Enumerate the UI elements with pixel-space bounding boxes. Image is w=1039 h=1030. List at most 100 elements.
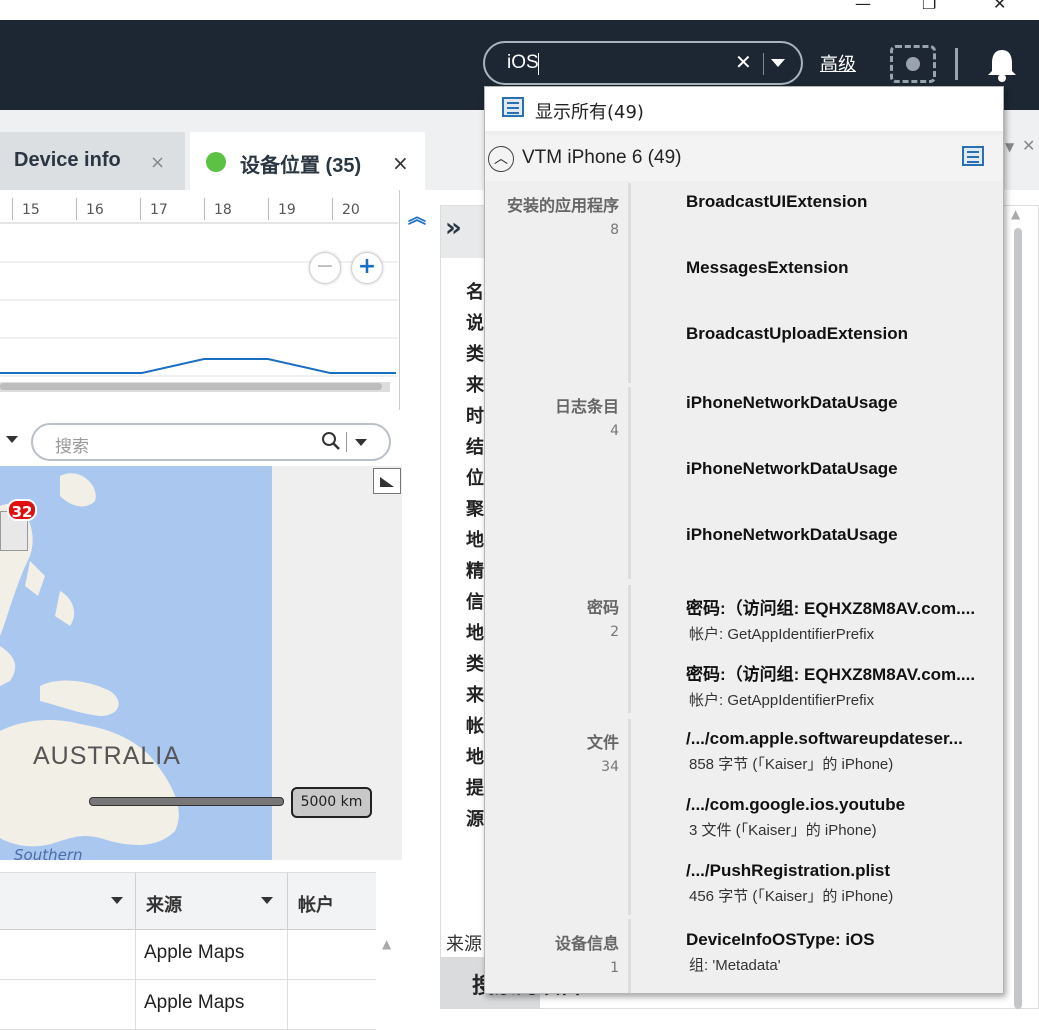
result-title: iPhoneNetworkDataUsage	[686, 393, 898, 412]
category-count: 34	[601, 759, 619, 775]
column-header-account[interactable]: 帐户	[287, 873, 376, 931]
details-field-label: 帐	[466, 716, 484, 737]
search-result-item[interactable]: 密码:（访问组: EQHXZ8M8AV.com.... 帐户: GetAppIde…	[686, 594, 996, 644]
column-header-source[interactable]: 来源	[135, 873, 287, 931]
result-category: 设备信息 1	[491, 930, 619, 976]
close-icon[interactable]: ✕	[1022, 136, 1035, 155]
details-field-label: 提	[466, 778, 484, 799]
details-field-label: 结	[466, 437, 484, 458]
details-field-label: 地	[466, 747, 484, 768]
result-category: 密码 2	[491, 594, 619, 640]
search-result-item[interactable]: /.../PushRegistration.plist 456 字节 (「Kais…	[686, 861, 996, 906]
search-result-item[interactable]: BroadcastUIExtension	[686, 192, 996, 212]
advanced-search-link[interactable]: 高级	[820, 50, 856, 76]
table-header: 来源 帐户	[0, 872, 376, 931]
scrollbar[interactable]	[1014, 228, 1022, 1009]
chevron-up-icon[interactable]: ︿	[488, 146, 514, 172]
map-expand-button[interactable]	[373, 468, 401, 494]
chevron-down-icon[interactable]	[261, 897, 273, 904]
table-row[interactable]: Apple Maps	[0, 930, 376, 980]
tab-label: 设备位置 (35)	[240, 155, 362, 177]
chevron-down-icon[interactable]	[771, 59, 785, 67]
bell-icon[interactable]	[985, 47, 1019, 83]
timeline-tick: 15	[22, 202, 40, 218]
details-field-label: 来	[466, 685, 484, 706]
search-result-item[interactable]: BroadcastUploadExtension	[686, 324, 996, 344]
show-all-results-button[interactable]: 显示所有(49)	[485, 87, 1003, 131]
tab-device-location[interactable]: 设备位置 (35) ×	[190, 132, 425, 190]
search-result-item[interactable]: iPhoneNetworkDataUsage	[686, 393, 996, 413]
close-icon[interactable]: ✕	[993, 0, 1006, 13]
search-result-item[interactable]: iPhoneNetworkDataUsage	[686, 525, 996, 545]
details-field-label: 精	[466, 561, 484, 582]
global-search-input[interactable]: iOS	[507, 52, 539, 74]
details-field-label: 地	[466, 623, 484, 644]
cluster-count-badge[interactable]: 32	[7, 499, 37, 521]
search-result-item[interactable]: /.../com.google.ios.youtube 3 文件 (「Kaiser…	[686, 795, 996, 840]
timeline-tick: 18	[214, 202, 232, 218]
table-row[interactable]: Apple Maps	[0, 980, 376, 1030]
result-subtitle: 3 文件 (「Kaiser」的 iPhone)	[689, 822, 877, 839]
search-result-item[interactable]: /.../com.apple.softwareupdateser... 858 字…	[686, 729, 996, 774]
search-result-item[interactable]: 密码:（访问组: EQHXZ8M8AV.com.... 帐户: GetAppIde…	[686, 660, 996, 710]
zoom-in-button[interactable]: +	[352, 253, 382, 283]
details-field-label: 来	[466, 375, 484, 396]
camera-icon[interactable]	[890, 45, 936, 83]
restore-icon[interactable]: ❐	[922, 0, 936, 13]
expand-icon[interactable]: »	[445, 213, 462, 243]
category-name: 日志条目	[554, 397, 619, 416]
zoom-out-button[interactable]: −	[310, 253, 340, 283]
result-subtitle: 组: 'Metadata'	[689, 957, 781, 974]
category-divider	[628, 585, 631, 713]
list-icon	[502, 97, 524, 117]
chevron-down-icon[interactable]	[6, 436, 18, 443]
divider	[763, 53, 764, 75]
search-result-item[interactable]: MessagesExtension	[686, 258, 996, 278]
table-cell	[287, 930, 376, 980]
result-subtitle: 858 字节 (「Kaiser」的 iPhone)	[689, 756, 894, 773]
category-count: 1	[610, 960, 619, 976]
scroll-up-icon[interactable]: ▲	[382, 937, 391, 951]
global-search-box[interactable]: iOS ✕	[483, 41, 803, 85]
result-title: DeviceInfoOSType: iOS	[686, 930, 875, 949]
tab-device-info[interactable]: Device info ×	[0, 132, 185, 190]
category-name: 密码	[586, 598, 619, 617]
collapse-up-icon[interactable]: ︽	[408, 203, 426, 229]
result-title: /.../com.google.ios.youtube	[686, 795, 906, 814]
chevron-down-icon[interactable]	[111, 897, 123, 904]
search-result-item[interactable]: iPhoneNetworkDataUsage	[686, 459, 996, 479]
search-result-item[interactable]: DeviceInfoOSType: iOS 组: 'Metadata'	[686, 930, 996, 975]
category-divider	[628, 387, 631, 579]
category-divider	[628, 719, 631, 915]
table-cell	[0, 930, 135, 980]
details-field-label: 位	[466, 468, 484, 489]
result-title: /.../PushRegistration.plist	[686, 861, 891, 880]
device-group-header[interactable]: ︿ VTM iPhone 6 (49)	[485, 135, 1003, 181]
window-titlebar: — ❐ ✕	[0, 0, 1039, 20]
minimize-icon[interactable]: —	[855, 0, 871, 13]
chevron-down-icon[interactable]	[355, 439, 367, 446]
timeline-tick: 19	[278, 202, 296, 218]
close-icon[interactable]: ×	[392, 151, 409, 175]
result-subtitle: 帐户: GetAppIdentifierPrefix	[689, 692, 875, 709]
timeline-chart[interactable]: 15 16 17 18 19 20 − +	[0, 190, 400, 410]
close-icon[interactable]: ×	[150, 152, 165, 173]
category-count: 2	[610, 624, 619, 640]
category-name: 文件	[586, 733, 619, 752]
list-icon[interactable]	[962, 146, 984, 166]
table-cell: Apple Maps	[135, 980, 287, 1030]
search-results-dropdown[interactable]: 显示所有(49) ︿ VTM iPhone 6 (49) 安装的应用程序 8 日…	[484, 86, 1004, 994]
divider	[955, 48, 958, 80]
scroll-up-icon[interactable]: ▲	[1011, 207, 1020, 221]
result-title: BroadcastUIExtension	[686, 192, 868, 211]
details-footer-label: 来源	[446, 934, 482, 955]
map-search-input[interactable]: 搜索	[55, 432, 89, 457]
clear-icon[interactable]: ✕	[735, 50, 752, 74]
search-icon[interactable]	[321, 431, 341, 451]
column-header[interactable]	[0, 873, 135, 931]
map-search-box[interactable]: 搜索	[31, 423, 391, 461]
result-title: /.../com.apple.softwareupdateser...	[686, 729, 963, 748]
timeline-tick: 17	[150, 202, 168, 218]
table-cell	[287, 980, 376, 1030]
chevron-down-icon[interactable]: ▼	[1005, 140, 1014, 154]
